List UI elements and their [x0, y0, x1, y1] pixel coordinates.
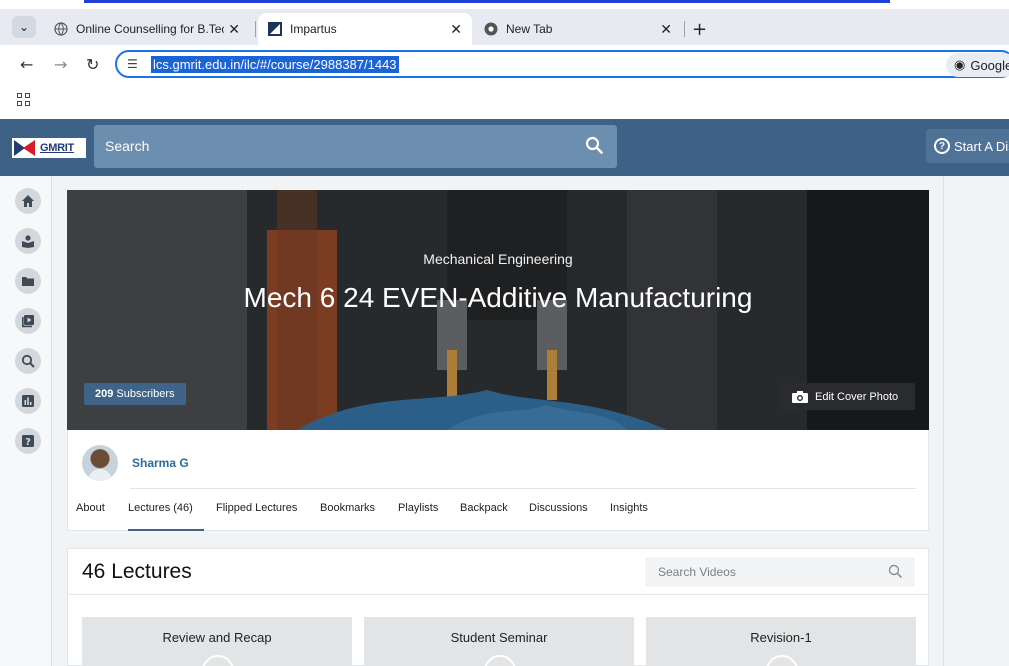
video-library-icon[interactable] — [15, 308, 41, 334]
logo-mark-icon — [14, 140, 36, 156]
tab-title: Impartus — [290, 22, 337, 36]
subscribers-count: 209 — [95, 388, 114, 400]
subscribers-badge[interactable]: 209 Subscribers — [84, 383, 186, 405]
course-subject: Mechanical Engineering — [423, 251, 573, 267]
tab-lectures[interactable]: Lectures (46) — [128, 502, 193, 514]
subscribers-label: Subscribers — [116, 388, 175, 400]
close-tab-icon[interactable]: ✕ — [228, 21, 240, 38]
home-icon[interactable] — [15, 188, 41, 214]
lecture-card[interactable]: Revision-1 — [646, 617, 916, 666]
analytics-icon[interactable] — [15, 388, 41, 414]
tab-flipped-lectures[interactable]: Flipped Lectures — [216, 502, 297, 514]
google-lens-button[interactable]: ◉ Google — [946, 53, 1009, 77]
app-header: GMRIT Search ? Start A Dis — [0, 119, 1009, 176]
divider — [130, 488, 916, 489]
edit-cover-photo-button[interactable]: Edit Cover Photo — [779, 383, 915, 410]
course-cover-photo: Mechanical Engineering Mech 6 24 EVEN-Ad… — [67, 190, 929, 430]
address-bar[interactable]: ☰ lcs.gmrit.edu.in/ilc/#/course/2988387/… — [115, 50, 1009, 78]
tab-title: New Tab — [506, 22, 553, 36]
course-title: Mech 6 24 EVEN-Additive Manufacturing — [243, 282, 753, 313]
start-discussion-button[interactable]: ? Start A Dis — [926, 129, 1009, 163]
reload-icon[interactable]: ↻ — [86, 55, 99, 74]
close-tab-icon[interactable]: ✕ — [660, 21, 672, 38]
search-videos-placeholder: Search Videos — [658, 565, 736, 579]
window-top-strip — [0, 0, 1009, 9]
tab-separator — [684, 21, 685, 37]
highlight-tick — [518, 0, 558, 2]
browser-tab-bar: ⌄ Online Counselling for B.Tech. A ✕ Imp… — [0, 9, 1009, 45]
lecture-card[interactable]: Review and Recap — [82, 617, 352, 666]
edit-cover-label: Edit Cover Photo — [815, 390, 899, 403]
tab-insights[interactable]: Insights — [610, 502, 648, 514]
bookmarks-bar — [0, 85, 1009, 119]
play-icon[interactable] — [484, 655, 516, 666]
site-settings-icon[interactable]: ☰ — [127, 57, 138, 71]
lectures-panel: 46 Lectures Search Videos Review and Rec… — [67, 548, 929, 666]
instructor-name[interactable]: Sharma G — [132, 456, 189, 470]
tab-discussions[interactable]: Discussions — [529, 502, 588, 514]
chrome-favicon-icon — [484, 22, 498, 36]
url-text[interactable]: lcs.gmrit.edu.in/ilc/#/course/2988387/14… — [151, 56, 399, 73]
apps-grid-icon[interactable] — [17, 93, 31, 107]
tab-playlists[interactable]: Playlists — [398, 502, 438, 514]
global-search-input[interactable]: Search — [94, 125, 617, 168]
forward-arrow-icon[interactable]: → — [54, 55, 67, 74]
logo-text: GMRIT — [40, 142, 74, 154]
close-tab-icon[interactable]: ✕ — [450, 21, 462, 38]
folder-icon[interactable] — [15, 268, 41, 294]
tab-separator — [255, 21, 256, 37]
tab-backpack[interactable]: Backpack — [460, 502, 508, 514]
search-videos-input[interactable]: Search Videos — [645, 557, 915, 587]
lecture-card[interactable]: Student Seminar — [364, 617, 634, 666]
search-icon[interactable] — [888, 564, 903, 579]
play-icon[interactable] — [202, 655, 234, 666]
highlight-line — [84, 0, 890, 3]
search-icon[interactable] — [15, 348, 41, 374]
active-tab-indicator — [128, 529, 204, 531]
impartus-favicon-icon — [268, 22, 282, 36]
search-placeholder: Search — [105, 138, 150, 154]
new-tab-plus-icon[interactable]: + — [692, 19, 707, 40]
course-profile-card: Sharma G About Lectures (46) Flipped Lec… — [67, 430, 929, 531]
lecture-title: Revision-1 — [750, 630, 812, 645]
lens-label: Google — [970, 57, 1009, 73]
lecture-title: Student Seminar — [450, 630, 548, 645]
play-icon[interactable] — [766, 655, 798, 666]
tab-title: Online Counselling for B.Tech. A — [76, 22, 224, 36]
tab-search-dropdown-icon[interactable]: ⌄ — [12, 16, 36, 38]
tab-about[interactable]: About — [76, 502, 105, 514]
tab-online-counselling[interactable]: Online Counselling for B.Tech. A ✕ — [44, 13, 250, 45]
start-discussion-label: Start A Dis — [954, 138, 1009, 154]
tab-bookmarks[interactable]: Bookmarks — [320, 502, 375, 514]
lecture-title: Review and Recap — [162, 630, 272, 645]
help-faq-icon[interactable]: ? — [15, 428, 41, 454]
back-arrow-icon[interactable]: ← — [20, 55, 33, 74]
help-icon: ? — [934, 138, 950, 154]
lens-icon: ◉ — [954, 57, 966, 72]
camera-icon — [792, 390, 808, 403]
gmrit-logo[interactable]: GMRIT — [12, 138, 86, 158]
divider — [68, 594, 928, 595]
search-icon[interactable] — [585, 136, 603, 154]
svg-text:?: ? — [25, 437, 31, 448]
lectures-heading: 46 Lectures — [82, 560, 192, 583]
tab-new-tab[interactable]: New Tab ✕ — [474, 13, 682, 45]
tab-impartus[interactable]: Impartus ✕ — [258, 13, 472, 45]
globe-favicon-icon — [54, 22, 68, 36]
browser-toolbar: ← → ↻ ☰ lcs.gmrit.edu.in/ilc/#/course/29… — [0, 45, 1009, 85]
avatar[interactable] — [82, 445, 118, 481]
learner-icon[interactable] — [15, 228, 41, 254]
left-nav-rail: ? — [0, 176, 52, 666]
right-rail — [943, 176, 1009, 666]
